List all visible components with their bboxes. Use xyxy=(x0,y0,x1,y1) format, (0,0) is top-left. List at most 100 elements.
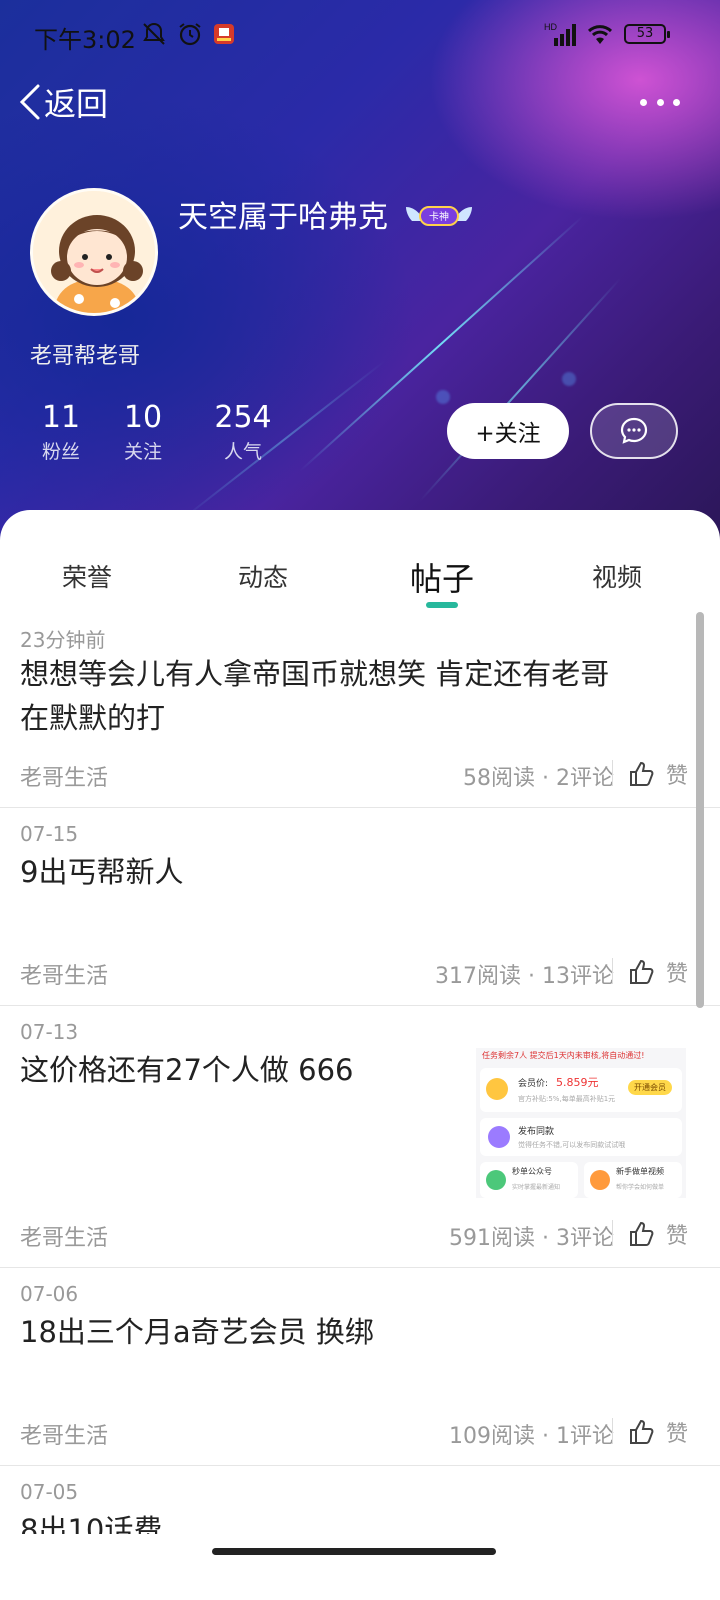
alarm-icon xyxy=(176,20,204,48)
like-label: 赞 xyxy=(666,1224,689,1249)
post-title-line: 这价格还有27个人做 666 xyxy=(20,1053,354,1087)
post-title-clip: 8出10话费 xyxy=(0,1508,720,1534)
wings-badge-icon: 卡神 xyxy=(406,206,472,226)
post-item[interactable]: 23分钟前 想想等会儿有人拿帝国币就想笑 肯定还有老哥 在默默的打 老哥生活 5… xyxy=(0,612,720,808)
stat-label: 关注 xyxy=(123,441,162,463)
app-notification-icon xyxy=(212,20,236,48)
username: 天空属于哈弗克 xyxy=(178,200,388,235)
post-title-line: 在默默的打 xyxy=(20,701,166,735)
thumbs-up-icon xyxy=(630,1221,654,1246)
stat-label: 粉丝 xyxy=(41,441,80,463)
chat-icon xyxy=(620,417,648,444)
post-title-line: 8出10话费 xyxy=(20,1513,163,1534)
stat-following[interactable]: 10 关注 xyxy=(102,398,184,466)
post-title-line: 18出三个月a奇艺会员 换绑 xyxy=(20,1315,374,1349)
post-item[interactable]: 07-15 9出丐帮新人 老哥生活 317阅读 · 13评论 赞 xyxy=(0,808,720,1006)
post-meta: 591阅读 · 3评论 xyxy=(449,1226,614,1251)
post-title: 18出三个月a奇艺会员 换绑 xyxy=(20,1310,374,1354)
scrollbar[interactable] xyxy=(696,612,704,1008)
like-label: 赞 xyxy=(666,962,689,987)
tab-posts[interactable]: 帖子 xyxy=(410,554,474,600)
post-thumbnail[interactable]: 任务剩余7人 提交后1天内未审核,将自动通过! 会员价: 5.859元 官方补贴… xyxy=(476,1048,686,1198)
stat-value: 10 xyxy=(123,400,163,435)
avatar-illustration xyxy=(33,191,155,313)
thumbs-up-icon xyxy=(630,761,654,786)
tab-honor[interactable]: 荣誉 xyxy=(62,558,112,594)
tab-bar: 荣誉 动态 帖子 视频 xyxy=(0,510,720,610)
stat-label: 人气 xyxy=(223,441,262,463)
vip-button: 开通会员 xyxy=(628,1080,672,1095)
thumbs-up-icon xyxy=(630,1419,654,1444)
like-button[interactable]: 赞 xyxy=(628,1416,688,1448)
publish-sub: 觉得任务不错,可以发布同款试试哦 xyxy=(518,1141,626,1149)
thumb-notice: 任务剩余7人 提交后1天内未审核,将自动通过! xyxy=(482,1051,645,1060)
stat-fans[interactable]: 11 粉丝 xyxy=(20,398,102,466)
status-bar: 下午3:02 HD 53 xyxy=(0,0,720,70)
like-label: 赞 xyxy=(666,764,689,789)
post-category[interactable]: 老哥生活 xyxy=(20,760,108,792)
screen: 下午3:02 HD 53 返回 天空属于哈弗克 卡神 老哥帮老哥 11 粉丝 1… xyxy=(0,0,720,1600)
thumbs-up-icon xyxy=(630,959,654,984)
post-title-line: 9出丐帮新人 xyxy=(20,855,184,889)
card-god-badge[interactable]: 卡神 xyxy=(404,199,474,229)
post-title: 9出丐帮新人 xyxy=(20,850,183,894)
post-date: 23分钟前 xyxy=(20,628,106,652)
user-signature: 老哥帮老哥 xyxy=(30,344,141,369)
tab-videos[interactable]: 视频 xyxy=(592,558,642,594)
stat-popularity[interactable]: 254 人气 xyxy=(184,398,302,466)
badge-text: 卡神 xyxy=(429,210,449,223)
post-title: 想想等会儿有人拿帝国币就想笑 肯定还有老哥 在默默的打 xyxy=(20,652,609,740)
post-item[interactable]: 07-05 8出10话费 xyxy=(0,1466,720,1600)
stat-value: 254 xyxy=(214,400,272,435)
post-meta: 317阅读 · 13评论 xyxy=(435,964,614,989)
post-date: 07-13 xyxy=(20,1020,79,1044)
divider xyxy=(612,1418,613,1444)
vip-price: 5.859元 xyxy=(556,1076,599,1089)
post-category[interactable]: 老哥生活 xyxy=(20,1418,108,1450)
card1-title: 秒单公众号 xyxy=(512,1167,552,1176)
post-meta: 109阅读 · 1评论 xyxy=(449,1424,614,1449)
tab-activity[interactable]: 动态 xyxy=(238,558,288,594)
stat-value: 11 xyxy=(41,400,81,435)
vip-sub: 官方补贴:5%,每单最高补贴1元 xyxy=(518,1095,616,1103)
post-item[interactable]: 07-13 这价格还有27个人做 666 任务剩余7人 提交后1天内未审核,将自… xyxy=(0,1006,720,1268)
post-category[interactable]: 老哥生活 xyxy=(20,1220,108,1252)
follow-button[interactable]: +关注 xyxy=(447,403,569,459)
post-date: 07-06 xyxy=(20,1282,79,1306)
post-date: 07-15 xyxy=(20,822,79,846)
divider xyxy=(612,1220,613,1246)
post-title: 这价格还有27个人做 666 xyxy=(20,1048,353,1092)
post-item[interactable]: 07-06 18出三个月a奇艺会员 换绑 老哥生活 109阅读 · 1评论 赞 xyxy=(0,1268,720,1466)
like-button[interactable]: 赞 xyxy=(628,1218,688,1250)
card1-sub: 实时掌握最新通知 xyxy=(512,1184,561,1191)
wechat-icon xyxy=(486,1170,506,1190)
mute-icon xyxy=(140,20,168,48)
plus-icon xyxy=(488,1126,510,1148)
post-title-line: 想想等会儿有人拿帝国币就想笑 肯定还有老哥 xyxy=(20,657,610,691)
card2-title: 新手做单视频 xyxy=(616,1167,664,1176)
like-button[interactable]: 赞 xyxy=(628,956,688,988)
home-indicator[interactable] xyxy=(212,1548,496,1555)
publish-title: 发布同款 xyxy=(518,1127,555,1137)
divider xyxy=(612,760,613,786)
battery-icon: 53 xyxy=(624,24,670,44)
chevron-left-icon xyxy=(19,84,40,120)
vip-label: 会员价: xyxy=(518,1079,549,1089)
active-tab-indicator xyxy=(426,602,458,608)
network-label: HD xyxy=(544,22,557,32)
divider xyxy=(612,958,613,984)
video-icon xyxy=(590,1170,610,1190)
status-time: 下午3:02 xyxy=(34,26,136,54)
avatar[interactable] xyxy=(30,188,158,316)
signal-icon: HD xyxy=(544,20,580,48)
post-meta: 58阅读 · 2评论 xyxy=(463,766,614,791)
back-button[interactable]: 返回 xyxy=(18,80,108,124)
like-button[interactable]: 赞 xyxy=(628,758,688,790)
back-label: 返回 xyxy=(44,85,109,123)
card2-sub: 帮你学会如何做单 xyxy=(616,1184,665,1191)
message-button[interactable] xyxy=(590,403,678,459)
like-label: 赞 xyxy=(666,1422,689,1447)
post-category[interactable]: 老哥生活 xyxy=(20,958,108,990)
wifi-icon xyxy=(584,20,616,48)
more-icon[interactable] xyxy=(640,92,680,112)
